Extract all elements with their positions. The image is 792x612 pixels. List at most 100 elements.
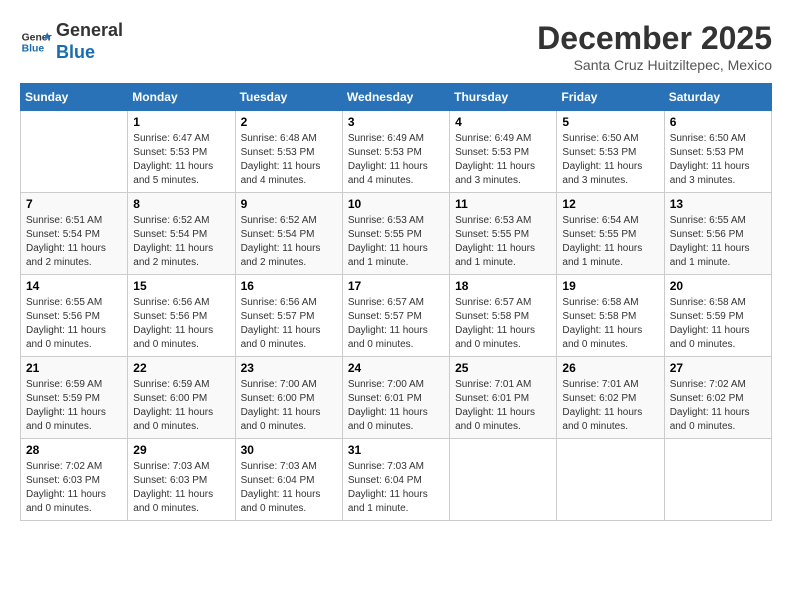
calendar-cell bbox=[664, 439, 771, 521]
title-block: December 2025 Santa Cruz Huitziltepec, M… bbox=[537, 20, 772, 73]
calendar-cell: 24Sunrise: 7:00 AMSunset: 6:01 PMDayligh… bbox=[342, 357, 449, 439]
calendar-week-row: 1 Sunrise: 6:47 AMSunset: 5:53 PMDaylight… bbox=[21, 111, 772, 193]
day-number: 20 bbox=[670, 279, 766, 293]
calendar-cell: 23 Sunrise: 7:00 AMSunset: 6:00 PMDayligh… bbox=[235, 357, 342, 439]
cell-sun-info: Sunrise: 6:50 AMSunset: 5:53 PMDaylight:… bbox=[562, 132, 658, 188]
calendar-cell: 31 Sunrise: 7:03 AMSunset: 6:04 PMDayligh… bbox=[342, 439, 449, 521]
weekday-header: Friday bbox=[557, 84, 664, 111]
calendar-cell: 4 Sunrise: 6:49 AMSunset: 5:53 PMDaylight… bbox=[450, 111, 557, 193]
calendar-week-row: 7Sunrise: 6:51 AMSunset: 5:54 PMDaylight… bbox=[21, 193, 772, 275]
calendar-cell: 9 Sunrise: 6:52 AMSunset: 5:54 PMDaylight… bbox=[235, 193, 342, 275]
day-number: 15 bbox=[133, 279, 229, 293]
cell-sun-info: Sunrise: 6:56 AMSunset: 5:56 PMDaylight:… bbox=[133, 296, 229, 352]
calendar-cell bbox=[21, 111, 128, 193]
calendar-cell: 27Sunrise: 7:02 AMSunset: 6:02 PMDayligh… bbox=[664, 357, 771, 439]
day-number: 9 bbox=[241, 197, 337, 211]
weekday-header: Thursday bbox=[450, 84, 557, 111]
svg-text:Blue: Blue bbox=[22, 43, 45, 54]
calendar-cell: 19 Sunrise: 6:58 AMSunset: 5:58 PMDayligh… bbox=[557, 275, 664, 357]
calendar-cell: 7Sunrise: 6:51 AMSunset: 5:54 PMDaylight… bbox=[21, 193, 128, 275]
cell-sun-info: Sunrise: 6:52 AMSunset: 5:54 PMDaylight:… bbox=[133, 214, 229, 270]
calendar-cell bbox=[450, 439, 557, 521]
calendar-cell: 28Sunrise: 7:02 AMSunset: 6:03 PMDayligh… bbox=[21, 439, 128, 521]
cell-sun-info: Sunrise: 6:47 AMSunset: 5:53 PMDaylight:… bbox=[133, 132, 229, 188]
day-number: 28 bbox=[26, 443, 122, 457]
weekday-header: Saturday bbox=[664, 84, 771, 111]
cell-sun-info: Sunrise: 6:49 AMSunset: 5:53 PMDaylight:… bbox=[348, 132, 444, 188]
cell-sun-info: Sunrise: 7:00 AMSunset: 6:00 PMDaylight:… bbox=[241, 378, 337, 434]
day-number: 16 bbox=[241, 279, 337, 293]
day-number: 31 bbox=[348, 443, 444, 457]
calendar-cell: 16 Sunrise: 6:56 AMSunset: 5:57 PMDayligh… bbox=[235, 275, 342, 357]
calendar-week-row: 14Sunrise: 6:55 AMSunset: 5:56 PMDayligh… bbox=[21, 275, 772, 357]
calendar-cell: 13 Sunrise: 6:55 AMSunset: 5:56 PMDayligh… bbox=[664, 193, 771, 275]
day-number: 11 bbox=[455, 197, 551, 211]
cell-sun-info: Sunrise: 6:57 AMSunset: 5:58 PMDaylight:… bbox=[455, 296, 551, 352]
weekday-header: Sunday bbox=[21, 84, 128, 111]
day-number: 13 bbox=[670, 197, 766, 211]
day-number: 25 bbox=[455, 361, 551, 375]
calendar-cell: 6Sunrise: 6:50 AMSunset: 5:53 PMDaylight… bbox=[664, 111, 771, 193]
calendar-cell: 18 Sunrise: 6:57 AMSunset: 5:58 PMDayligh… bbox=[450, 275, 557, 357]
month-title: December 2025 bbox=[537, 20, 772, 57]
cell-sun-info: Sunrise: 6:59 AMSunset: 5:59 PMDaylight:… bbox=[26, 378, 122, 434]
day-number: 23 bbox=[241, 361, 337, 375]
logo-icon: General Blue bbox=[20, 26, 52, 58]
page-header: General Blue General Blue December 2025 … bbox=[20, 20, 772, 73]
day-number: 24 bbox=[348, 361, 444, 375]
day-number: 19 bbox=[562, 279, 658, 293]
cell-sun-info: Sunrise: 6:53 AMSunset: 5:55 PMDaylight:… bbox=[348, 214, 444, 270]
calendar-cell: 10 Sunrise: 6:53 AMSunset: 5:55 PMDayligh… bbox=[342, 193, 449, 275]
calendar-cell: 20Sunrise: 6:58 AMSunset: 5:59 PMDayligh… bbox=[664, 275, 771, 357]
calendar-cell: 30Sunrise: 7:03 AMSunset: 6:04 PMDayligh… bbox=[235, 439, 342, 521]
cell-sun-info: Sunrise: 6:56 AMSunset: 5:57 PMDaylight:… bbox=[241, 296, 337, 352]
cell-sun-info: Sunrise: 7:03 AMSunset: 6:04 PMDaylight:… bbox=[348, 460, 444, 516]
cell-sun-info: Sunrise: 6:57 AMSunset: 5:57 PMDaylight:… bbox=[348, 296, 444, 352]
cell-sun-info: Sunrise: 6:52 AMSunset: 5:54 PMDaylight:… bbox=[241, 214, 337, 270]
day-number: 18 bbox=[455, 279, 551, 293]
calendar-cell: 5Sunrise: 6:50 AMSunset: 5:53 PMDaylight… bbox=[557, 111, 664, 193]
day-number: 3 bbox=[348, 115, 444, 129]
calendar-cell: 22 Sunrise: 6:59 AMSunset: 6:00 PMDayligh… bbox=[128, 357, 235, 439]
cell-sun-info: Sunrise: 6:55 AMSunset: 5:56 PMDaylight:… bbox=[670, 214, 766, 270]
cell-sun-info: Sunrise: 6:59 AMSunset: 6:00 PMDaylight:… bbox=[133, 378, 229, 434]
calendar-cell: 25 Sunrise: 7:01 AMSunset: 6:01 PMDayligh… bbox=[450, 357, 557, 439]
day-number: 7 bbox=[26, 197, 122, 211]
calendar-cell: 17Sunrise: 6:57 AMSunset: 5:57 PMDayligh… bbox=[342, 275, 449, 357]
cell-sun-info: Sunrise: 7:01 AMSunset: 6:02 PMDaylight:… bbox=[562, 378, 658, 434]
day-number: 8 bbox=[133, 197, 229, 211]
day-number: 2 bbox=[241, 115, 337, 129]
day-number: 1 bbox=[133, 115, 229, 129]
cell-sun-info: Sunrise: 6:50 AMSunset: 5:53 PMDaylight:… bbox=[670, 132, 766, 188]
calendar-week-row: 21 Sunrise: 6:59 AMSunset: 5:59 PMDayligh… bbox=[21, 357, 772, 439]
calendar-cell: 14Sunrise: 6:55 AMSunset: 5:56 PMDayligh… bbox=[21, 275, 128, 357]
logo-blue: Blue bbox=[56, 42, 95, 62]
day-number: 21 bbox=[26, 361, 122, 375]
calendar-cell: 3 Sunrise: 6:49 AMSunset: 5:53 PMDaylight… bbox=[342, 111, 449, 193]
weekday-header: Monday bbox=[128, 84, 235, 111]
day-number: 14 bbox=[26, 279, 122, 293]
cell-sun-info: Sunrise: 6:48 AMSunset: 5:53 PMDaylight:… bbox=[241, 132, 337, 188]
calendar-table: SundayMondayTuesdayWednesdayThursdayFrid… bbox=[20, 83, 772, 521]
day-number: 29 bbox=[133, 443, 229, 457]
calendar-week-row: 28Sunrise: 7:02 AMSunset: 6:03 PMDayligh… bbox=[21, 439, 772, 521]
day-number: 30 bbox=[241, 443, 337, 457]
cell-sun-info: Sunrise: 6:49 AMSunset: 5:53 PMDaylight:… bbox=[455, 132, 551, 188]
calendar-cell bbox=[557, 439, 664, 521]
logo: General Blue General Blue bbox=[20, 20, 123, 63]
cell-sun-info: Sunrise: 7:01 AMSunset: 6:01 PMDaylight:… bbox=[455, 378, 551, 434]
day-number: 12 bbox=[562, 197, 658, 211]
cell-sun-info: Sunrise: 7:03 AMSunset: 6:03 PMDaylight:… bbox=[133, 460, 229, 516]
cell-sun-info: Sunrise: 7:02 AMSunset: 6:02 PMDaylight:… bbox=[670, 378, 766, 434]
weekday-header-row: SundayMondayTuesdayWednesdayThursdayFrid… bbox=[21, 84, 772, 111]
day-number: 22 bbox=[133, 361, 229, 375]
calendar-cell: 21 Sunrise: 6:59 AMSunset: 5:59 PMDayligh… bbox=[21, 357, 128, 439]
cell-sun-info: Sunrise: 6:58 AMSunset: 5:58 PMDaylight:… bbox=[562, 296, 658, 352]
calendar-cell: 12 Sunrise: 6:54 AMSunset: 5:55 PMDayligh… bbox=[557, 193, 664, 275]
day-number: 26 bbox=[562, 361, 658, 375]
day-number: 4 bbox=[455, 115, 551, 129]
day-number: 10 bbox=[348, 197, 444, 211]
calendar-cell: 8 Sunrise: 6:52 AMSunset: 5:54 PMDaylight… bbox=[128, 193, 235, 275]
weekday-header: Wednesday bbox=[342, 84, 449, 111]
cell-sun-info: Sunrise: 6:54 AMSunset: 5:55 PMDaylight:… bbox=[562, 214, 658, 270]
